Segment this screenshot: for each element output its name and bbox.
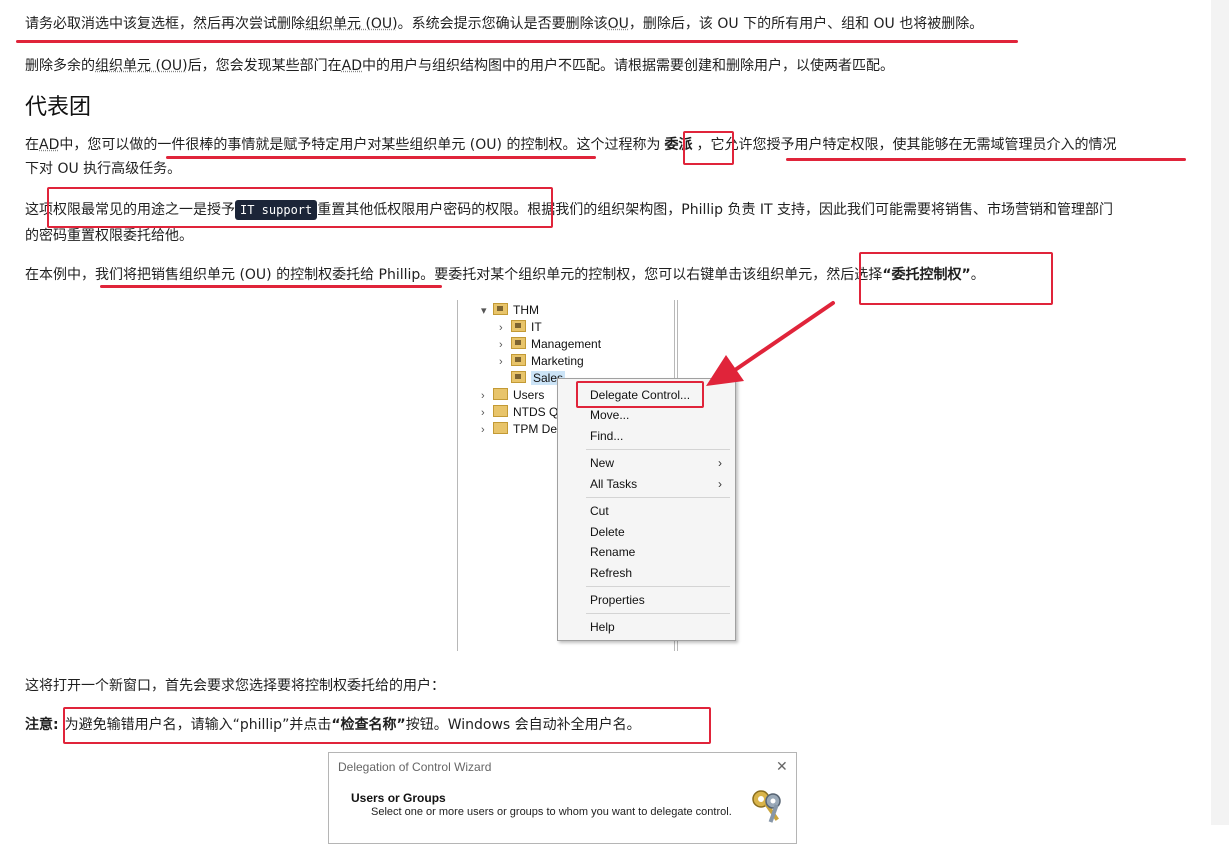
close-icon[interactable]: ✕	[776, 758, 788, 775]
paragraph-new-window: 这将打开一个新窗口，首先会要求您选择要将控制权委托给的用户：	[25, 678, 445, 694]
window-title: Delegation of Control Wizard	[338, 760, 492, 774]
annotation-arrow-icon	[706, 301, 835, 386]
annotation-box	[63, 707, 711, 744]
wizard-page-subtitle: Select one or more users or groups to wh…	[371, 806, 732, 818]
note-label: 注意:	[25, 717, 59, 733]
keys-icon	[752, 790, 781, 823]
wizard-page-heading: Users or Groups	[351, 791, 446, 805]
delegation-wizard-window: Delegation of Control Wizard ✕ Users or …	[328, 752, 797, 844]
